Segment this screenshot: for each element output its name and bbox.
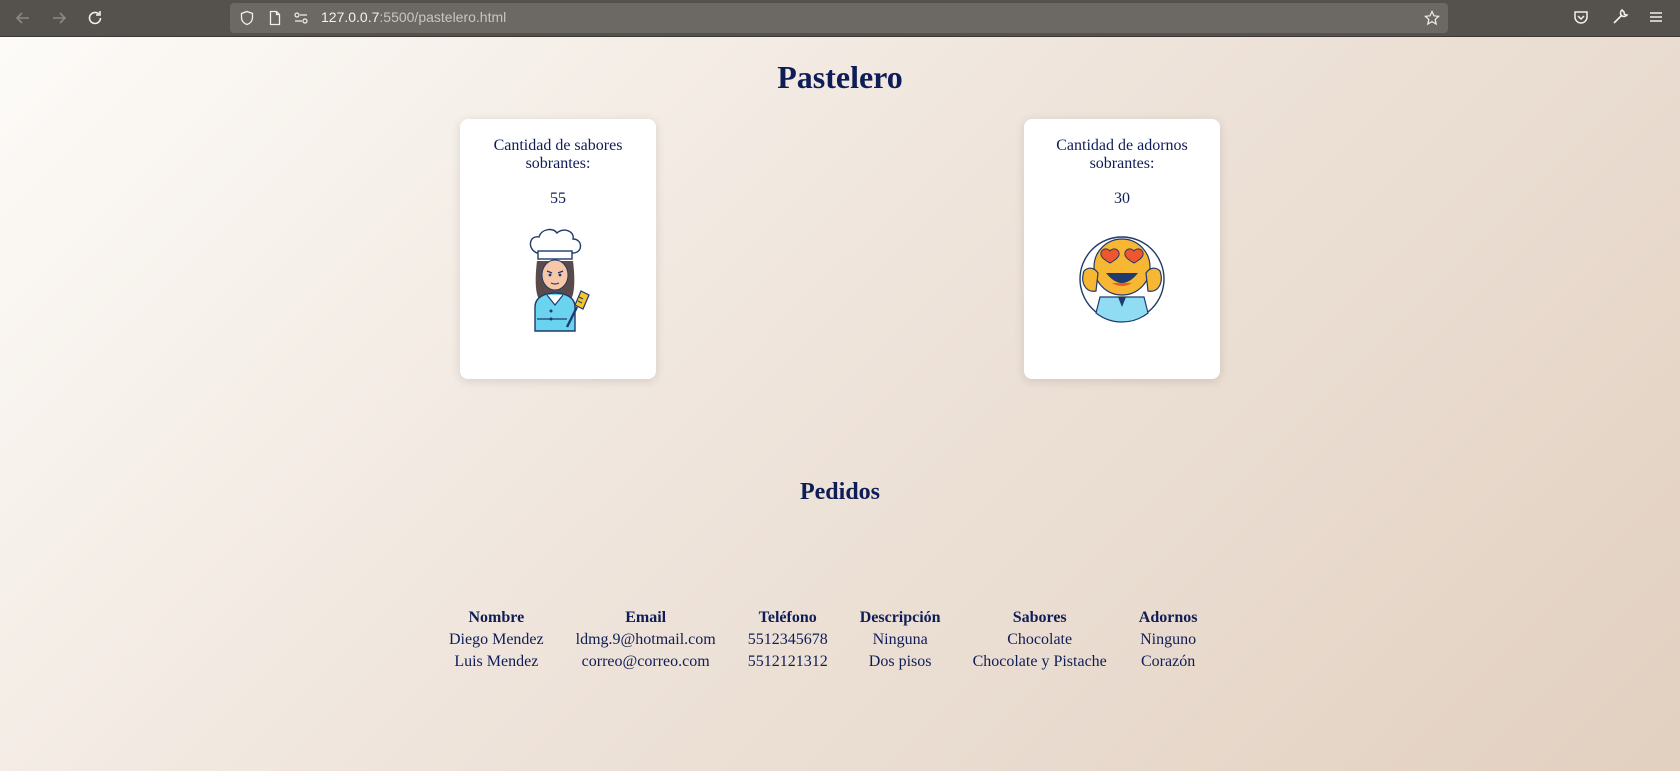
header-nombre: Nombre [468, 609, 525, 626]
header-adornos: Adornos [1138, 609, 1198, 626]
shield-icon[interactable] [239, 10, 255, 26]
arrow-right-icon [53, 12, 67, 24]
url-path: :5500/pastelero.html [379, 9, 507, 25]
cell-descripcion: Ninguna [872, 631, 928, 648]
url-host: 127.0.0.7 [321, 9, 380, 25]
cell-adornos: Corazón [1141, 653, 1196, 670]
menu-icon[interactable] [1647, 8, 1665, 26]
header-email: Email [625, 609, 667, 626]
address-bar[interactable]: 127.0.0.7:5500/pastelero.html [230, 3, 1448, 33]
forward-button[interactable] [47, 6, 71, 30]
cell-descripcion: Dos pisos [868, 653, 932, 670]
url-text[interactable]: 127.0.0.7:5500/pastelero.html [321, 9, 506, 25]
cell-nombre: Luis Mendez [454, 653, 539, 670]
table-row: Luis Mendez correo@correo.com 5512121312… [433, 651, 1213, 673]
wrench-icon[interactable] [1611, 8, 1629, 26]
header-sabores: Sabores [1012, 609, 1067, 626]
decorations-card: Cantidad de adornos sobrantes: 30 [1024, 119, 1220, 379]
flavors-value: 55 [550, 190, 566, 207]
table-row: Diego Mendez ldmg.9@hotmail.com 55123456… [433, 629, 1213, 651]
cell-nombre: Diego Mendez [449, 631, 544, 648]
permissions-icon[interactable] [293, 10, 309, 26]
header-telefono: Teléfono [758, 609, 817, 626]
cell-sabores: Chocolate [1007, 631, 1073, 648]
cell-email: correo@correo.com [581, 653, 710, 670]
header-descripcion: Descripción [859, 609, 941, 626]
flavors-label: Cantidad de sabores sobrantes: [493, 137, 623, 172]
table-header-row: Nombre Email Teléfono Descripción Sabore… [433, 607, 1213, 629]
cell-telefono: 5512345678 [747, 631, 828, 648]
flavors-card: Cantidad de sabores sobrantes: 55 [460, 119, 656, 379]
cell-telefono: 5512121312 [747, 653, 828, 670]
page-title: Pastelero [777, 59, 903, 95]
reload-icon [88, 11, 102, 25]
chef-woman-illustration [529, 228, 590, 332]
browser-toolbar: 127.0.0.7:5500/pastelero.html [0, 0, 1680, 37]
decorations-value: 30 [1114, 190, 1130, 207]
bookmark-star-icon[interactable] [1424, 10, 1440, 26]
heart-eyes-emoji-illustration [1079, 236, 1165, 323]
cell-email: ldmg.9@hotmail.com [575, 631, 716, 648]
orders-title: Pedidos [799, 479, 880, 505]
decorations-label: Cantidad de adornos sobrantes: [1056, 137, 1188, 172]
back-button[interactable] [11, 6, 35, 30]
orders-table: Nombre Email Teléfono Descripción Sabore… [433, 607, 1213, 673]
page-content: Pastelero Cantidad de sabores sobrantes:… [0, 37, 1680, 771]
cell-sabores: Chocolate y Pistache [972, 653, 1107, 670]
page-icon[interactable] [267, 10, 283, 26]
reload-button[interactable] [83, 6, 107, 30]
arrow-left-icon [15, 12, 29, 24]
cell-adornos: Ninguno [1140, 631, 1197, 648]
pocket-icon[interactable] [1572, 8, 1590, 26]
